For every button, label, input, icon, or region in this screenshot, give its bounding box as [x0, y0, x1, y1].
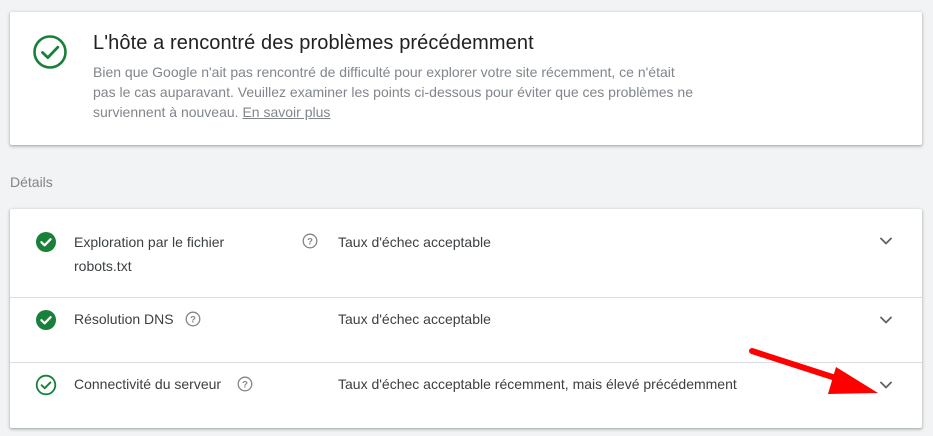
status-title: L'hôte a rencontré des problèmes précéde… [93, 32, 534, 54]
chevron-down-icon[interactable] [876, 375, 896, 395]
host-status-card: L'hôte a rencontré des problèmes précéde… [10, 12, 922, 145]
learn-more-link[interactable]: En savoir plus [242, 104, 330, 120]
svg-text:?: ? [307, 236, 313, 247]
status-description-text: Bien que Google n'ait pas rencontré de d… [93, 64, 693, 120]
detail-row-value: Taux d'échec acceptable récemment, mais … [338, 376, 737, 392]
check-circle-filled-icon [36, 310, 56, 330]
svg-text:?: ? [190, 314, 196, 325]
chevron-down-icon[interactable] [876, 231, 896, 251]
detail-row-robots-txt[interactable]: Exploration par le fichier robots.txt ? … [10, 209, 922, 298]
detail-row-name: Exploration par le fichier robots.txt [74, 234, 225, 274]
chevron-down-icon[interactable] [876, 310, 896, 330]
help-icon[interactable]: ? [185, 311, 201, 327]
status-description: Bien que Google n'ait pas rencontré de d… [93, 62, 693, 122]
svg-text:?: ? [242, 379, 248, 390]
detail-row-name: Connectivité du serveur [74, 376, 222, 392]
details-heading: Détails [10, 174, 53, 190]
detail-row-value: Taux d'échec acceptable [338, 311, 491, 327]
detail-row-server-connectivity[interactable]: Connectivité du serveur ? Taux d'échec a… [10, 363, 922, 428]
detail-row-value: Taux d'échec acceptable [338, 234, 491, 250]
detail-row-dns-resolution[interactable]: Résolution DNS ? Taux d'échec acceptable [10, 298, 922, 363]
check-circle-outline-icon [33, 35, 67, 69]
help-icon[interactable]: ? [237, 376, 253, 392]
details-list: Exploration par le fichier robots.txt ? … [10, 209, 922, 428]
help-icon[interactable]: ? [302, 233, 318, 249]
detail-row-name: Résolution DNS [74, 311, 174, 327]
check-circle-filled-icon [36, 232, 56, 252]
check-circle-outline-icon [35, 374, 57, 396]
